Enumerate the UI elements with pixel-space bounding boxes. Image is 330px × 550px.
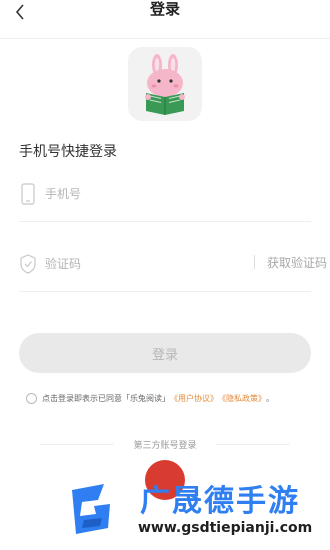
watermark: 广晟德手游 www.gsdtiepianji.com <box>60 476 330 550</box>
shield-check-icon <box>19 253 37 275</box>
divider <box>254 255 255 269</box>
section-title: 手机号快捷登录 <box>19 144 117 160</box>
watermark-url: www.gsdtiepianji.com <box>138 520 313 536</box>
phone-icon <box>19 183 37 205</box>
code-input[interactable] <box>43 251 247 277</box>
agreement-text: 点击登录即表示已同意「乐兔阅读」 <box>42 394 170 403</box>
get-code-button[interactable]: 获取验证码 <box>267 254 327 271</box>
bunny-logo-icon <box>145 54 185 115</box>
page-title: 登录 <box>149 0 180 18</box>
agreement-row: 点击登录即表示已同意「乐兔阅读」 《用户协议》 《隐私政策》 。 <box>26 393 274 404</box>
user-agreement-link[interactable]: 《用户协议》 <box>170 393 218 404</box>
phone-field-row <box>19 165 311 222</box>
code-field-row: 获取验证码 <box>19 235 327 292</box>
header-bar: 登录 <box>0 0 330 39</box>
divider <box>216 444 290 445</box>
login-button[interactable]: 登录 <box>19 333 311 373</box>
privacy-policy-link[interactable]: 《隐私政策》 <box>218 393 266 404</box>
agreement-suffix: 。 <box>266 394 274 403</box>
phone-input[interactable] <box>43 181 247 207</box>
agree-checkbox[interactable] <box>26 393 37 404</box>
app-logo <box>128 47 202 121</box>
watermark-text: 广晟德手游 <box>140 484 300 519</box>
watermark-logo-icon <box>72 484 110 534</box>
